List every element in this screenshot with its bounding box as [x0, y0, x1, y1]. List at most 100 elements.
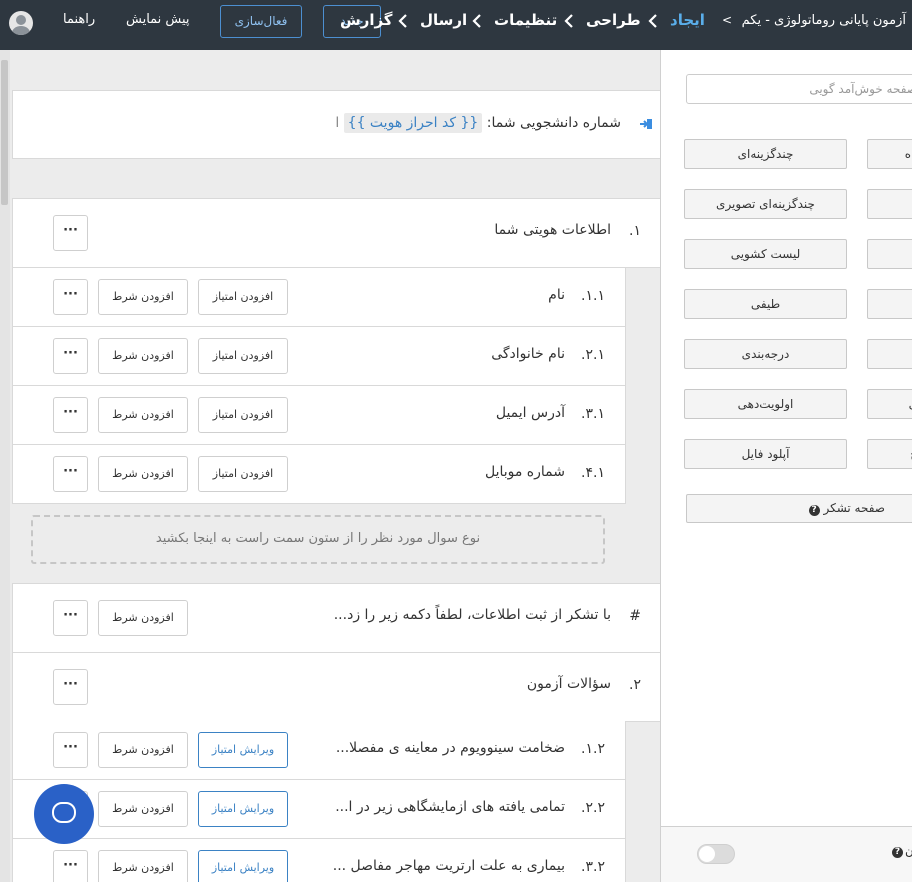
chevron-left-icon: [398, 14, 407, 28]
thanks-page-item[interactable]: صفحه تشکر ?: [686, 494, 912, 523]
more-options-button[interactable]: ···: [53, 338, 88, 374]
drop-zone[interactable]: نوع سوال مورد نظر را از ستون سمت راست به…: [31, 515, 605, 564]
add-score-button[interactable]: افزودن امتیاز: [198, 279, 288, 315]
welcome-text-tail: ا: [335, 115, 340, 131]
scrollbar-thumb[interactable]: [1, 60, 8, 205]
info-icon: ?: [808, 505, 820, 516]
more-options-button[interactable]: ···: [53, 850, 88, 882]
type-ranking[interactable]: اولویت‌دهی: [684, 389, 847, 419]
section-header[interactable]: ۱. اطلاعات هویتی شما ···: [12, 198, 661, 268]
more-options-button[interactable]: ···: [53, 600, 88, 636]
type-multiple-choice[interactable]: چندگزینه‌ای: [684, 139, 847, 169]
add-condition-button[interactable]: افزودن شرط: [98, 397, 188, 433]
section-header[interactable]: ۲. سؤالات آزمون ···: [12, 652, 661, 722]
edit-score-button[interactable]: ویرایش امتیاز: [198, 791, 288, 827]
panel-footer: ? ن: [661, 826, 912, 882]
add-condition-button[interactable]: افزودن شرط: [98, 279, 188, 315]
avatar[interactable]: [9, 11, 33, 35]
type-item-right[interactable]: [867, 289, 912, 319]
crumb-settings[interactable]: تنظیمات: [494, 11, 557, 29]
type-scale[interactable]: طیفی: [684, 289, 847, 319]
edit-score-button[interactable]: ویرایش امتیاز: [198, 732, 288, 768]
chat-bubble-icon: [52, 802, 76, 823]
question-text: بیماری به علت ارتریت مهاجر مفاصل ...: [332, 858, 565, 874]
help-link[interactable]: راهنما: [63, 12, 95, 27]
welcome-page-item[interactable]: صفحه خوش‌آمد گویی: [686, 74, 912, 104]
type-item-right[interactable]: [867, 339, 912, 369]
text-item-marker: #: [629, 608, 641, 624]
add-condition-button[interactable]: افزودن شرط: [98, 791, 188, 827]
preview-link[interactable]: پیش نمایش: [126, 12, 190, 27]
add-score-button[interactable]: افزودن امتیاز: [198, 456, 288, 492]
thanks-page-label: صفحه تشکر: [823, 501, 885, 515]
welcome-text: شماره دانشجویی شما: {{ کد احراز هویت }} …: [335, 113, 621, 133]
question-row[interactable]: ۴.۱. شماره موبایل افزودن امتیاز افزودن ش…: [12, 445, 626, 504]
chevron-left-icon: [648, 14, 657, 28]
section-number: ۲.: [629, 677, 641, 693]
question-row[interactable]: ۱.۱. نام افزودن امتیاز افزودن شرط ···: [12, 268, 626, 327]
welcome-text-label: شماره دانشجویی شما:: [486, 115, 621, 131]
type-item-right[interactable]: د: [867, 189, 912, 219]
welcome-page-block[interactable]: شماره دانشجویی شما: {{ کد احراز هویت }} …: [12, 90, 661, 159]
add-condition-button[interactable]: افزودن شرط: [98, 600, 188, 636]
activate-button[interactable]: فعال‌سازی: [220, 5, 302, 38]
footer-label: ن: [905, 844, 912, 858]
question-row[interactable]: ۲.۱. نام خانوادگی افزودن امتیاز افزودن ش…: [12, 327, 626, 386]
section-title: اطلاعات هویتی شما: [494, 222, 611, 238]
type-item-right[interactable]: تاه: [867, 139, 912, 169]
add-condition-button[interactable]: افزودن شرط: [98, 338, 188, 374]
question-row[interactable]: ۲.۲. تمامی یافته های ازمایشگاهی زیر در ا…: [12, 780, 626, 839]
section-number: ۱.: [629, 223, 641, 239]
question-text: شماره موبایل: [484, 464, 565, 480]
chat-button[interactable]: [34, 784, 94, 844]
question-row[interactable]: ۳.۱. آدرس ایمیل افزودن امتیاز افزودن شرط…: [12, 386, 626, 445]
question-row[interactable]: ۱.۲. ضخامت سینوویوم در معاینه ی مفصلا...…: [12, 721, 626, 780]
add-condition-button[interactable]: افزودن شرط: [98, 732, 188, 768]
type-file-upload[interactable]: آپلود فایل: [684, 439, 847, 469]
question-number: ۱.۲.: [581, 741, 605, 757]
sign-in-icon: [639, 117, 653, 131]
chevron-left-icon: [472, 14, 481, 28]
more-options-button[interactable]: ···: [53, 732, 88, 768]
type-dropdown[interactable]: لیست کشویی: [684, 239, 847, 269]
question-number: ۴.۱.: [581, 465, 605, 481]
type-item-right[interactable]: خ: [867, 439, 912, 469]
question-number: ۱.۱.: [581, 288, 605, 304]
more-options-button[interactable]: ···: [53, 279, 88, 315]
text-item-text: با تشکر از ثبت اطلاعات، لطفاً دکمه زیر ر…: [333, 607, 611, 623]
crumb-design[interactable]: طراحی: [586, 11, 641, 29]
add-condition-button[interactable]: افزودن شرط: [98, 850, 188, 882]
add-score-button[interactable]: افزودن امتیاز: [198, 338, 288, 374]
more-options-button[interactable]: ···: [53, 215, 88, 251]
type-rating[interactable]: درجه‌بندی: [684, 339, 847, 369]
app-root: راهنما پیش نمایش فعال‌سازی جدید گزارش ار…: [0, 0, 912, 882]
main-scrollbar[interactable]: [0, 50, 10, 882]
crumb-send[interactable]: ارسال: [420, 11, 467, 29]
question-number: ۳.۱.: [581, 406, 605, 422]
more-options-button[interactable]: ···: [53, 669, 88, 705]
crumb-report[interactable]: گزارش: [340, 11, 393, 29]
question-number: ۲.۱.: [581, 347, 605, 363]
title-chevron-icon: <: [722, 13, 733, 27]
edit-score-button[interactable]: ویرایش امتیاز: [198, 850, 288, 882]
question-number: ۳.۲.: [581, 859, 605, 875]
question-text: ضخامت سینوویوم در معاینه ی مفصلا...: [335, 740, 565, 756]
settings-toggle[interactable]: [697, 844, 735, 864]
type-item-right[interactable]: [867, 239, 912, 269]
question-types-panel: صفحه خوش‌آمد گویی چندگزینه‌ای چندگزینه‌ا…: [660, 50, 912, 882]
add-condition-button[interactable]: افزودن شرط: [98, 456, 188, 492]
toggle-knob: [699, 846, 715, 862]
question-text: آدرس ایمیل: [495, 405, 565, 421]
crumb-create[interactable]: ایجاد: [670, 11, 705, 29]
info-icon: ?: [892, 847, 903, 858]
question-text: نام خانوادگی: [491, 346, 565, 362]
add-score-button[interactable]: افزودن امتیاز: [198, 397, 288, 433]
more-options-button[interactable]: ···: [53, 397, 88, 433]
text-item-row[interactable]: # با تشکر از ثبت اطلاعات، لطفاً دکمه زیر…: [12, 583, 661, 653]
question-row[interactable]: ۳.۲. بیماری به علت ارتریت مهاجر مفاصل ..…: [12, 839, 626, 882]
type-image-choice[interactable]: چندگزینه‌ای تصویری: [684, 189, 847, 219]
type-item-right[interactable]: ی: [867, 389, 912, 419]
chevron-left-icon: [564, 14, 573, 28]
survey-canvas: شماره دانشجویی شما: {{ کد احراز هویت }} …: [10, 50, 661, 882]
more-options-button[interactable]: ···: [53, 456, 88, 492]
